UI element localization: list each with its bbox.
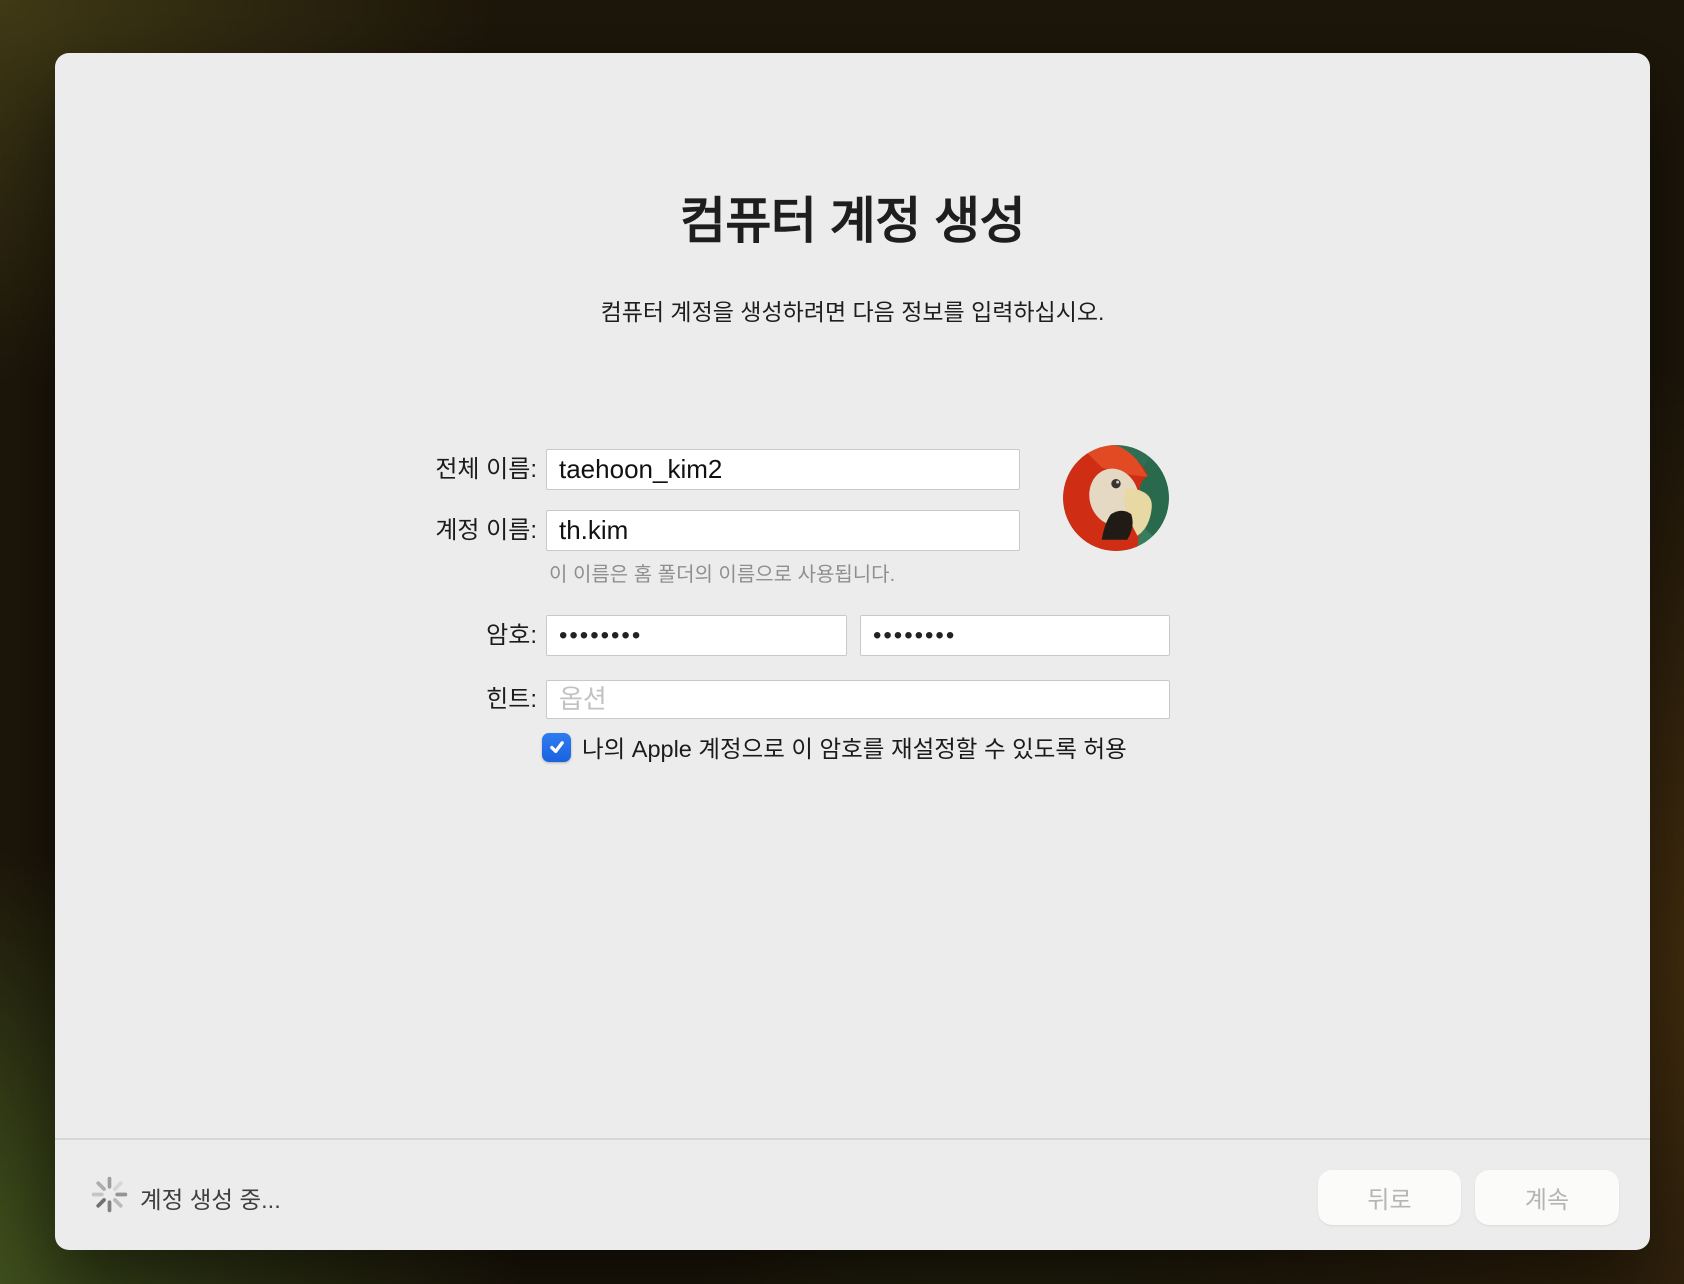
hint-label: 힌트:	[55, 680, 537, 719]
back-button[interactable]: 뒤로	[1318, 1170, 1461, 1225]
user-avatar[interactable]	[1063, 445, 1169, 551]
account-name-label: 계정 이름:	[55, 510, 537, 551]
page-subtitle: 컴퓨터 계정을 생성하려면 다음 정보를 입력하십시오.	[55, 293, 1650, 327]
account-name-help: 이 이름은 홈 폴더의 이름으로 사용됩니다.	[549, 558, 895, 587]
password-verify-input[interactable]	[860, 615, 1170, 656]
apple-id-reset-checkbox[interactable]	[542, 733, 571, 762]
continue-button[interactable]: 계속	[1475, 1170, 1619, 1225]
page-title: 컴퓨터 계정 생성	[55, 181, 1650, 253]
setup-assistant-window: 컴퓨터 계정 생성 컴퓨터 계정을 생성하려면 다음 정보를 입력하십시오. 전…	[55, 53, 1650, 1250]
hint-input[interactable]	[546, 680, 1170, 719]
password-label: 암호:	[55, 615, 537, 656]
apple-id-reset-label: 나의 Apple 계정으로 이 암호를 재설정할 수 있도록 허용	[582, 730, 1127, 764]
apple-id-reset-row: 나의 Apple 계정으로 이 암호를 재설정할 수 있도록 허용	[542, 730, 1127, 764]
spinner-icon	[91, 1176, 128, 1213]
full-name-label: 전체 이름:	[55, 449, 537, 490]
parrot-avatar-image	[1063, 445, 1169, 551]
footer-divider	[55, 1138, 1650, 1140]
full-name-input[interactable]	[546, 449, 1020, 490]
account-name-input[interactable]	[546, 510, 1020, 551]
checkmark-icon	[548, 738, 566, 756]
password-input[interactable]	[546, 615, 847, 656]
status-text: 계정 생성 중...	[140, 1181, 281, 1215]
desktop-background: { "window": { "title": "컴퓨터 계정 생성", "sub…	[0, 0, 1684, 1284]
